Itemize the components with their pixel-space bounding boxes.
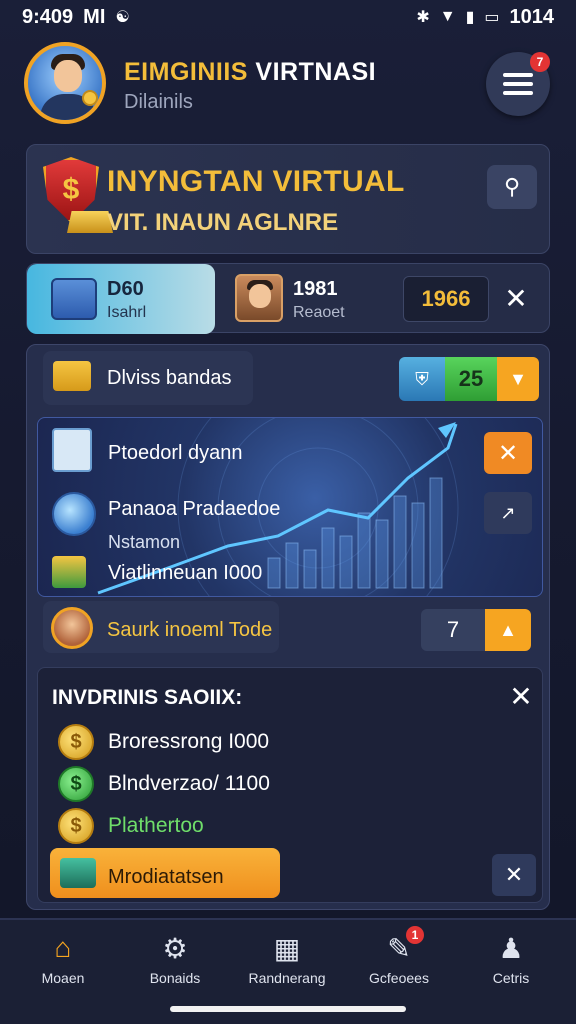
nav-item-home[interactable]: ⌂ Moaen: [8, 930, 118, 994]
carrier-label: MI: [83, 5, 106, 28]
tab2-label: Reaoet: [293, 304, 345, 321]
tab-active[interactable]: D60 Isahrl: [27, 264, 215, 334]
list-title: INVDRINIS SAOIIX:: [52, 686, 243, 709]
chart-line-1: Ptoedorl dyann: [108, 442, 243, 464]
nav-label: Moaen: [41, 970, 85, 986]
hero-subtitle: VIT. INAUN AGLNRE: [107, 209, 339, 236]
row3-number: 7: [421, 609, 485, 651]
collapse-button[interactable]: ↗: [484, 492, 532, 534]
document-icon: [52, 428, 92, 472]
coin-icon: [82, 90, 98, 106]
nav-label: Randnerang: [248, 970, 326, 986]
app-title: EIMGINIIS VIRTNASI: [124, 58, 377, 86]
money-bag-icon: [52, 556, 86, 588]
main-panel: Dlviss bandas ⛨ 25 ▼ Ptoedorl dyann Pana…: [26, 344, 550, 910]
tab1-label: Isahrl: [107, 304, 147, 321]
menu-badge: 7: [530, 52, 550, 72]
nav-label: Gcfeoees: [369, 970, 429, 986]
row1-label: Dlviss bandas: [107, 367, 232, 389]
gold-coin-icon: $: [58, 724, 94, 760]
battery-icon: ▭: [484, 9, 500, 26]
hero-action-button[interactable]: ⚲: [487, 165, 537, 209]
status-bar: 9:409 MI ☯ ✱ ▼ ▮ ▭ 1014: [0, 0, 576, 34]
hero-title: INYNGTAN VIRTUAL: [107, 165, 405, 198]
signal-icon: ▮: [465, 9, 475, 26]
list-item-label: Plathertoo: [108, 814, 204, 837]
chevron-up-icon[interactable]: ▲: [485, 609, 531, 651]
home-icon: ⌂: [54, 932, 72, 963]
hero-banner: $ INYNGTAN VIRTUAL VIT. INAUN AGLNRE ⚲: [26, 144, 550, 254]
close-icon[interactable]: ✕: [506, 682, 536, 712]
hamburger-icon: [503, 73, 533, 95]
chart-line-3: Nstamon: [108, 532, 181, 552]
shield-badge-icon: ⛨: [399, 357, 445, 401]
app-subtitle: Dilainils: [124, 91, 193, 113]
chart-line-4: Viatlinneuan I000: [108, 562, 263, 584]
nav-item-randnerang[interactable]: ▦ Randnerang: [232, 930, 342, 994]
chart-card: Ptoedorl dyann Panaoa Pradaedoe Nstamon …: [37, 417, 543, 597]
cash-stack-icon: [51, 278, 97, 320]
cast-icon: ☯: [115, 9, 130, 26]
row1-count: 25: [445, 357, 497, 401]
counter-box: 1966: [403, 276, 489, 322]
user-icon: ♟: [498, 932, 524, 964]
user-avatar-icon: [235, 274, 283, 322]
close-icon[interactable]: ✕: [501, 282, 531, 316]
avatar[interactable]: [24, 42, 106, 124]
nav-badge: 1: [406, 926, 424, 944]
clock: 9:409: [22, 5, 74, 28]
tools-icon: ▦: [273, 932, 301, 964]
battery-level: 1014: [509, 5, 555, 28]
nav-label: Bonaids: [149, 970, 201, 986]
profile-coin-icon: [51, 607, 93, 649]
chevron-down-icon[interactable]: ▼: [497, 357, 539, 401]
folder-icon: [53, 361, 91, 391]
location-icon: ⚲: [503, 174, 521, 199]
bottom-nav: ⌂ Moaen ⚙ Bonaids ▦ Randnerang ✎ 1 Gcfeo…: [0, 918, 576, 1024]
wifi-icon: ▼: [439, 8, 456, 25]
menu-button[interactable]: 7: [486, 52, 550, 116]
cash-box-icon: [60, 858, 96, 888]
list-item-label: Broressrong I000: [108, 730, 270, 753]
tab1-value: D60: [107, 278, 144, 300]
nav-label: Cetris: [492, 970, 530, 986]
list-card: INVDRINIS SAOIIX: ✕ $ Broressrong I000 $…: [37, 667, 543, 903]
close-orange-button[interactable]: ✕: [484, 432, 532, 474]
chart-line-2: Panaoa Pradaedoe: [108, 498, 281, 520]
list-action-label: Mrodiatatsen: [108, 866, 224, 888]
dismiss-button[interactable]: ✕: [492, 854, 536, 896]
app-header: EIMGINIIS VIRTNASI Dilainils 7: [24, 40, 554, 130]
gold-coin-icon: $: [58, 808, 94, 844]
tab2-value: 1981: [293, 278, 338, 300]
gear-icon: ⚙: [162, 932, 188, 964]
tabs-row: D60 Isahrl 1981 Reaoet 1966 ✕: [26, 263, 550, 334]
list-item-label: Blndverzao/ 1100: [108, 772, 270, 795]
globe-icon: [52, 492, 96, 536]
nav-item-cetris[interactable]: ♟ Cetris: [456, 930, 566, 994]
bluetooth-icon: ✱: [416, 9, 430, 26]
nav-item-bonaids[interactable]: ⚙ Bonaids: [120, 930, 230, 994]
row3-label: Saurk inoeml Tode: [107, 619, 273, 641]
home-indicator: [170, 1006, 406, 1012]
green-coin-icon: $: [58, 766, 94, 802]
nav-item-gcfeoees[interactable]: ✎ 1 Gcfeoees: [344, 926, 454, 994]
